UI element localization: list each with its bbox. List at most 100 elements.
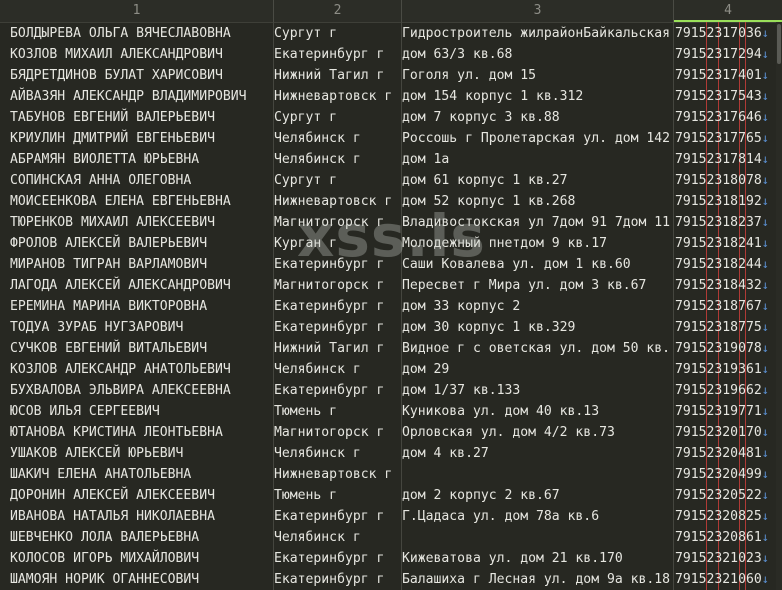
table-row[interactable]: ИВАНОВА НАТАЛЬЯ НИКОЛАЕВНА Екатеринбург г… bbox=[0, 506, 782, 527]
table-row[interactable]: ЛАГОДА АЛЕКСЕЙ АЛЕКСАНДРОВИЧ Магнитогорск… bbox=[0, 275, 782, 296]
city-cell[interactable]: Магнитогорск г bbox=[274, 212, 402, 233]
address-cell[interactable]: дом 1а bbox=[402, 149, 674, 170]
vertical-scrollbar[interactable] bbox=[776, 22, 782, 590]
phone-cell[interactable]: 79152317294↓ bbox=[675, 44, 775, 65]
city-cell[interactable]: Магнитогорск г bbox=[274, 422, 402, 443]
city-cell[interactable]: Челябинск г bbox=[274, 443, 402, 464]
phone-cell[interactable]: 79152319361↓ bbox=[675, 359, 775, 380]
name-cell[interactable]: КОЗЛОВ МИХАИЛ АЛЕКСАНДРОВИЧ bbox=[10, 44, 272, 65]
name-cell[interactable]: БОЛДЫРЕВА ОЛЬГА ВЯЧЕСЛАВОВНА bbox=[10, 23, 272, 44]
name-cell[interactable]: ИВАНОВА НАТАЛЬЯ НИКОЛАЕВНА bbox=[10, 506, 272, 527]
city-cell[interactable]: Сургут г bbox=[274, 107, 402, 128]
phone-cell[interactable]: 79152319771↓ bbox=[675, 401, 775, 422]
name-cell[interactable]: ЛАГОДА АЛЕКСЕЙ АЛЕКСАНДРОВИЧ bbox=[10, 275, 272, 296]
city-cell[interactable]: Тюмень г bbox=[274, 401, 402, 422]
phone-cell[interactable]: 79152320825↓ bbox=[675, 506, 775, 527]
phone-cell[interactable]: 79152318241↓ bbox=[675, 233, 775, 254]
table-row[interactable]: БУХВАЛОВА ЭЛЬВИРА АЛЕКСЕЕВНА Екатеринбург… bbox=[0, 380, 782, 401]
name-cell[interactable]: АБРАМЯН ВИОЛЕТТА ЮРЬЕВНА bbox=[10, 149, 272, 170]
table-row[interactable]: ТАБУНОВ ЕВГЕНИЙ ВАЛЕРЬЕВИЧ Сургут г дом 7 … bbox=[0, 107, 782, 128]
address-cell[interactable]: дом 1/37 кв.133 bbox=[402, 380, 674, 401]
phone-cell[interactable]: 79152317401↓ bbox=[675, 65, 775, 86]
address-cell[interactable]: Гоголя ул. дом 15 bbox=[402, 65, 674, 86]
name-cell[interactable]: ТЮРЕНКОВ МИХАИЛ АЛЕКСЕЕВИЧ bbox=[10, 212, 272, 233]
address-cell[interactable] bbox=[402, 464, 674, 485]
city-cell[interactable]: Челябинск г bbox=[274, 149, 402, 170]
table-row[interactable]: АЙВАЗЯН АЛЕКСАНДР ВЛАДИМИРОВИЧ Нижневарто… bbox=[0, 86, 782, 107]
address-cell[interactable]: Балашиха г Лесная ул. дом 9а кв.18 bbox=[402, 569, 674, 590]
address-cell[interactable]: Кижеватова ул. дом 21 кв.170 bbox=[402, 548, 674, 569]
phone-cell[interactable]: 79152321023↓ bbox=[675, 548, 775, 569]
table-row[interactable]: ЮСОВ ИЛЬЯ СЕРГЕЕВИЧ Тюмень г Куникова ул. … bbox=[0, 401, 782, 422]
city-cell[interactable]: Сургут г bbox=[274, 170, 402, 191]
address-cell[interactable]: Г.Цадаса ул. дом 78а кв.6 bbox=[402, 506, 674, 527]
city-cell[interactable]: Екатеринбург г bbox=[274, 44, 402, 65]
phone-cell[interactable]: 79152317765↓ bbox=[675, 128, 775, 149]
city-cell[interactable]: Курган г bbox=[274, 233, 402, 254]
address-cell[interactable] bbox=[402, 527, 674, 548]
phone-cell[interactable]: 79152317646↓ bbox=[675, 107, 775, 128]
table-row[interactable]: КОЗЛОВ АЛЕКСАНДР АНАТОЛЬЕВИЧ Челябинск г д… bbox=[0, 359, 782, 380]
name-cell[interactable]: ШЕВЧЕНКО ЛОЛА ВАЛЕРЬЕВНА bbox=[10, 527, 272, 548]
table-row[interactable]: ФРОЛОВ АЛЕКСЕЙ ВАЛЕРЬЕВИЧ Курган г Молодеж… bbox=[0, 233, 782, 254]
column-header-4[interactable]: 4 bbox=[674, 0, 782, 22]
address-cell[interactable]: Орловская ул. дом 4/2 кв.73 bbox=[402, 422, 674, 443]
name-cell[interactable]: СУЧКОВ ЕВГЕНИЙ ВИТАЛЬЕВИЧ bbox=[10, 338, 272, 359]
phone-cell[interactable]: 79152319078↓ bbox=[675, 338, 775, 359]
phone-cell[interactable]: 79152318192↓ bbox=[675, 191, 775, 212]
name-cell[interactable]: КОЛОСОВ ИГОРЬ МИХАЙЛОВИЧ bbox=[10, 548, 272, 569]
phone-cell[interactable]: 79152320861↓ bbox=[675, 527, 775, 548]
phone-cell[interactable]: 79152317036↓ bbox=[675, 23, 775, 44]
table-row[interactable]: МИРАНОВ ТИГРАН ВАРЛАМОВИЧ Екатеринбург г С… bbox=[0, 254, 782, 275]
address-cell[interactable]: дом 154 корпус 1 кв.312 bbox=[402, 86, 674, 107]
name-cell[interactable]: ЮСОВ ИЛЬЯ СЕРГЕЕВИЧ bbox=[10, 401, 272, 422]
table-row[interactable]: БОЛДЫРЕВА ОЛЬГА ВЯЧЕСЛАВОВНА Сургут г Гидр… bbox=[0, 23, 782, 44]
address-cell[interactable]: дом 30 корпус 1 кв.329 bbox=[402, 317, 674, 338]
phone-cell[interactable]: 79152318432↓ bbox=[675, 275, 775, 296]
address-cell[interactable]: дом 4 кв.27 bbox=[402, 443, 674, 464]
address-cell[interactable]: дом 61 корпус 1 кв.27 bbox=[402, 170, 674, 191]
address-cell[interactable]: Россошь г Пролетарская ул. дом 142 bbox=[402, 128, 674, 149]
name-cell[interactable]: КОЗЛОВ АЛЕКСАНДР АНАТОЛЬЕВИЧ bbox=[10, 359, 272, 380]
table-row[interactable]: СОПИНСКАЯ АННА ОЛЕГОВНА Сургут г дом 61 ко… bbox=[0, 170, 782, 191]
name-cell[interactable]: ДОРОНИН АЛЕКСЕЙ АЛЕКСЕЕВИЧ bbox=[10, 485, 272, 506]
name-cell[interactable]: ТАБУНОВ ЕВГЕНИЙ ВАЛЕРЬЕВИЧ bbox=[10, 107, 272, 128]
name-cell[interactable]: БУХВАЛОВА ЭЛЬВИРА АЛЕКСЕЕВНА bbox=[10, 380, 272, 401]
address-cell[interactable]: Видное г с оветская ул. дом 50 кв. bbox=[402, 338, 674, 359]
city-cell[interactable]: Челябинск г bbox=[274, 128, 402, 149]
table-row[interactable]: УШАКОВ АЛЕКСЕЙ ЮРЬЕВИЧ Челябинск г дом 4 к… bbox=[0, 443, 782, 464]
phone-cell[interactable]: 79152317543↓ bbox=[675, 86, 775, 107]
table-row[interactable]: КРИУЛИН ДМИТРИЙ ЕВГЕНЬЕВИЧ Челябинск г Рос… bbox=[0, 128, 782, 149]
city-cell[interactable]: Екатеринбург г bbox=[274, 296, 402, 317]
name-cell[interactable]: АЙВАЗЯН АЛЕКСАНДР ВЛАДИМИРОВИЧ bbox=[10, 86, 272, 107]
city-cell[interactable]: Нижний Тагил г bbox=[274, 65, 402, 86]
table-row[interactable]: КОЛОСОВ ИГОРЬ МИХАЙЛОВИЧ Екатеринбург г Ки… bbox=[0, 548, 782, 569]
city-cell[interactable]: Екатеринбург г bbox=[274, 254, 402, 275]
city-cell[interactable]: Нижневартовск г bbox=[274, 191, 402, 212]
city-cell[interactable]: Сургут г bbox=[274, 23, 402, 44]
name-cell[interactable]: УШАКОВ АЛЕКСЕЙ ЮРЬЕВИЧ bbox=[10, 443, 272, 464]
name-cell[interactable]: ТОДУА ЗУРАБ НУГЗАРОВИЧ bbox=[10, 317, 272, 338]
city-cell[interactable]: Челябинск г bbox=[274, 527, 402, 548]
table-row[interactable]: КОЗЛОВ МИХАИЛ АЛЕКСАНДРОВИЧ Екатеринбург … bbox=[0, 44, 782, 65]
city-cell[interactable]: Екатеринбург г bbox=[274, 548, 402, 569]
name-cell[interactable]: ШАМОЯН НОРИК ОГАННЕСОВИЧ bbox=[10, 569, 272, 590]
address-cell[interactable]: дом 29 bbox=[402, 359, 674, 380]
address-cell[interactable]: дом 7 корпус 3 кв.88 bbox=[402, 107, 674, 128]
city-cell[interactable]: Нижний Тагил г bbox=[274, 338, 402, 359]
city-cell[interactable]: Нижневартовск г bbox=[274, 464, 402, 485]
phone-cell[interactable]: 79152318237↓ bbox=[675, 212, 775, 233]
scrollbar-thumb[interactable] bbox=[777, 24, 781, 64]
name-cell[interactable]: МИРАНОВ ТИГРАН ВАРЛАМОВИЧ bbox=[10, 254, 272, 275]
city-cell[interactable]: Екатеринбург г bbox=[274, 506, 402, 527]
phone-cell[interactable]: 79152320522↓ bbox=[675, 485, 775, 506]
name-cell[interactable]: МОИСЕЕНКОВА ЕЛЕНА ЕВГЕНЬЕВНА bbox=[10, 191, 272, 212]
address-cell[interactable]: дом 52 корпус 1 кв.268 bbox=[402, 191, 674, 212]
city-cell[interactable]: Магнитогорск г bbox=[274, 275, 402, 296]
name-cell[interactable]: ФРОЛОВ АЛЕКСЕЙ ВАЛЕРЬЕВИЧ bbox=[10, 233, 272, 254]
name-cell[interactable]: ЮТАНОВА КРИСТИНА ЛЕОНТЬЕВНА bbox=[10, 422, 272, 443]
data-grid[interactable]: БОЛДЫРЕВА ОЛЬГА ВЯЧЕСЛАВОВНА Сургут г Гидр… bbox=[0, 22, 782, 590]
table-row[interactable]: МОИСЕЕНКОВА ЕЛЕНА ЕВГЕНЬЕВНА Нижневартовс… bbox=[0, 191, 782, 212]
phone-cell[interactable]: 79152319662↓ bbox=[675, 380, 775, 401]
table-row[interactable]: ШАМОЯН НОРИК ОГАННЕСОВИЧ Екатеринбург г Ба… bbox=[0, 569, 782, 590]
